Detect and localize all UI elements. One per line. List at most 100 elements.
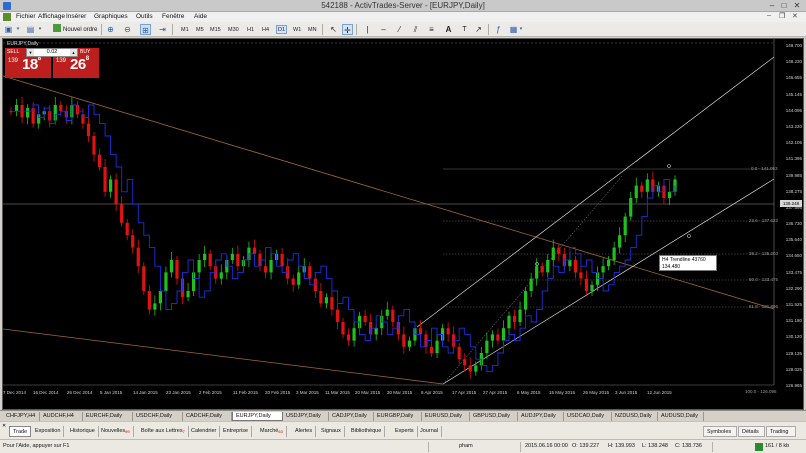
terminal-tab[interactable]: Historique xyxy=(67,426,99,437)
equidistant-channel-icon[interactable]: ⫽ xyxy=(410,24,421,35)
candle-body xyxy=(153,303,157,310)
chart-tab[interactable]: EURGBP,Daily xyxy=(374,412,422,421)
chart-tab[interactable]: AUDUSD,Daily xyxy=(658,412,704,421)
candle-body xyxy=(208,253,212,267)
lot-increase-icon[interactable]: ▲ xyxy=(70,49,77,56)
timeframe-m5[interactable]: M5 xyxy=(194,25,206,34)
timeframe-d1[interactable]: D1 xyxy=(276,25,288,34)
fibonacci-level-label: 100.0 - 126.098 xyxy=(745,389,777,394)
timeframe-h4[interactable]: H4 xyxy=(260,25,271,34)
profiles-icon[interactable]: ▤ xyxy=(25,24,36,35)
chevron-down-icon[interactable]: ▾ xyxy=(518,24,524,35)
tile-windows-icon[interactable]: ⊞ xyxy=(140,24,151,35)
status-traffic: 161 / 8 kb xyxy=(765,443,790,449)
terminal-close-icon[interactable]: ✕ xyxy=(2,423,6,429)
terminal-tab[interactable]: Calendrier xyxy=(188,426,221,437)
chart-tab[interactable]: EURUSD,Daily xyxy=(422,412,470,421)
new-order-button[interactable]: Nouvel ordre xyxy=(53,24,99,35)
menu-view[interactable]: Affichage xyxy=(38,13,65,20)
timeframe-w1[interactable]: W1 xyxy=(291,25,303,34)
candle-body xyxy=(158,291,162,304)
menu-tools[interactable]: Outils xyxy=(136,13,153,20)
side-tab[interactable]: Détails xyxy=(738,426,765,437)
timeframe-m30[interactable]: M30 xyxy=(226,25,241,34)
terminal-tab[interactable]: Marché63 xyxy=(257,426,287,437)
terminal-tab[interactable]: Signaux xyxy=(318,426,345,437)
timeframe-m15[interactable]: M15 xyxy=(208,25,223,34)
chart-tab[interactable]: EURCHF,Daily xyxy=(83,412,133,421)
menu-window[interactable]: Fenêtre xyxy=(162,13,184,20)
text-tool-icon[interactable]: A xyxy=(443,24,454,35)
candle-body xyxy=(640,185,644,192)
price-tick: 141.395 xyxy=(785,156,802,162)
chart-tab[interactable]: GBPUSD,Daily xyxy=(470,412,518,421)
terminal-tab[interactable]: Entreprise xyxy=(220,426,253,437)
terminal-tab[interactable]: Alertes xyxy=(292,426,317,437)
menu-file[interactable]: Fichier xyxy=(16,13,36,20)
side-tab[interactable]: Trading xyxy=(766,426,796,437)
terminal-tab[interactable]: Boîte aux Lettres7 xyxy=(138,426,189,437)
chart-tab[interactable]: AUDJPY,Daily xyxy=(518,412,564,421)
terminal-tab[interactable]: Bibliothèque xyxy=(348,426,386,437)
terminal-tab[interactable]: Nouvelles99 xyxy=(98,426,134,437)
trendline-icon[interactable]: ⁄ xyxy=(394,24,405,35)
status-bar: Pour l'Aide, appuyer sur F1 pham 2015.06… xyxy=(0,439,806,453)
chevron-down-icon[interactable]: ▾ xyxy=(15,24,21,35)
chart-tabs: CHFJPY,H4 AUDCHF,H4 EURCHF,Daily USDCHF,Dai… xyxy=(0,410,806,421)
date-tick: 12 Jun 2015 xyxy=(647,390,672,395)
timeframe-h1[interactable]: H1 xyxy=(245,25,256,34)
candle-body xyxy=(551,247,555,260)
lot-decrease-icon[interactable]: ▼ xyxy=(27,49,34,56)
chart-tab[interactable]: CADJPY,Daily xyxy=(329,412,374,421)
zoom-in-icon[interactable]: ⊕ xyxy=(105,24,116,35)
menu-help[interactable]: Aide xyxy=(194,13,207,20)
maximize-button[interactable]: □ xyxy=(779,1,789,10)
mdi-close-button[interactable]: ✕ xyxy=(792,12,798,20)
mdi-minimize-button[interactable]: – xyxy=(767,12,771,19)
terminal-tab[interactable]: Trade xyxy=(9,426,32,437)
chart-tab[interactable]: NZDUSD,Daily xyxy=(612,412,658,421)
candle-body xyxy=(14,105,19,112)
indicators-icon[interactable]: ƒ xyxy=(493,24,504,35)
arrows-icon[interactable]: ↗ xyxy=(473,24,484,35)
minimize-button[interactable]: – xyxy=(767,1,777,10)
text-label-icon[interactable]: T xyxy=(459,24,470,35)
chart-tab[interactable]: USDJPY,Daily xyxy=(283,412,329,421)
price-tick: 126.965 xyxy=(785,383,802,388)
candle-body xyxy=(391,309,395,322)
terminal-tab-label: Alertes xyxy=(295,428,313,434)
chart-shift-icon[interactable]: ⇥ xyxy=(157,24,168,35)
vertical-line-icon[interactable]: | xyxy=(362,24,373,35)
terminal-tab[interactable]: Journal xyxy=(417,426,443,437)
mdi-restore-button[interactable]: ❐ xyxy=(779,12,785,20)
cursor-icon[interactable]: ↖ xyxy=(328,24,339,35)
terminal-tab-label: Exposition xyxy=(35,428,61,434)
fibonacci-icon[interactable]: ≡ xyxy=(426,24,437,35)
crosshair-icon[interactable]: ✛ xyxy=(342,24,353,35)
menu-insert[interactable]: Insérer xyxy=(66,13,86,20)
chart-tab[interactable]: USDCAD,Daily xyxy=(564,412,612,421)
chart-tab[interactable]: AUDCHF,H4 xyxy=(40,412,83,421)
zoom-out-icon[interactable]: ⊖ xyxy=(122,24,133,35)
lot-size-input[interactable]: ▼ 0.02 ▲ xyxy=(26,48,78,57)
horizontal-line-icon[interactable]: – xyxy=(378,24,389,35)
status-low: L: 138.248 xyxy=(642,443,668,449)
candle-body xyxy=(607,260,611,267)
timeframe-mn[interactable]: MN xyxy=(306,25,319,34)
price-chart[interactable]: EURJPY,Daily 149.700 148.230 146.655 145.14… xyxy=(2,38,804,410)
status-datetime: 2015.06.16 00:00 xyxy=(525,443,568,449)
chevron-down-icon[interactable]: ▾ xyxy=(37,24,43,35)
timeframe-m1[interactable]: M1 xyxy=(179,25,191,34)
terminal-tab[interactable]: Exposition xyxy=(32,426,65,437)
price-tick: 133.475 xyxy=(785,269,802,275)
chart-tab[interactable]: CADCHF,Daily xyxy=(183,412,232,421)
side-tab[interactable]: Symboles xyxy=(703,426,737,437)
new-chart-icon[interactable]: ▣ xyxy=(3,24,14,35)
menu-charts[interactable]: Graphiques xyxy=(94,13,128,20)
chart-tab[interactable]: CHFJPY,H4 xyxy=(3,412,40,421)
terminal-tab-label: Marché xyxy=(260,428,279,434)
close-icon[interactable]: ✕ xyxy=(792,1,802,10)
chart-tab[interactable]: EURJPY,Daily xyxy=(232,412,283,421)
terminal-tab[interactable]: Experts xyxy=(392,426,418,437)
chart-tab[interactable]: USDCHF,Daily xyxy=(133,412,183,421)
